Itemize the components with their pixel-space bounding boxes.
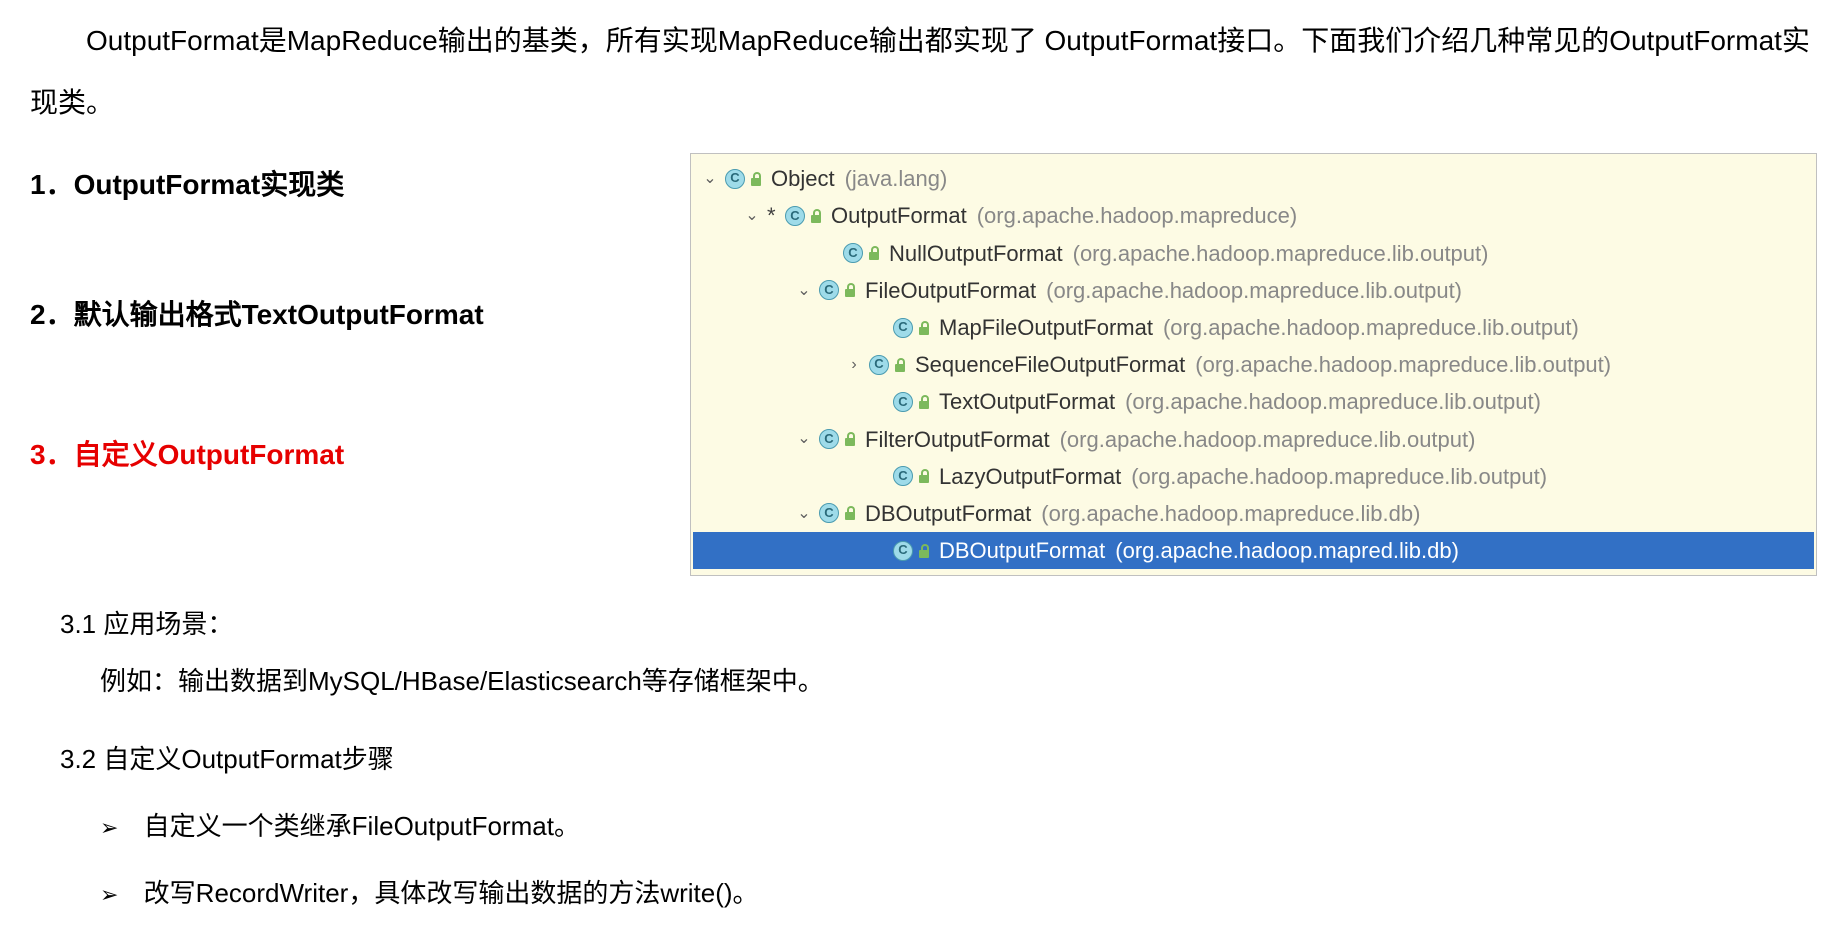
lock-icon xyxy=(843,283,857,297)
tree-node-dboutputformat-mapreduce[interactable]: ⌄ C DBOutputFormat (org.apache.hadoop.ma… xyxy=(693,495,1814,532)
package-label: (org.apache.hadoop.mapreduce) xyxy=(977,198,1297,233)
content-wrapper: 1．OutputFormat实现类 2．默认输出格式TextOutputForm… xyxy=(30,153,1817,576)
subsection-3-1: 3.1 应用场景： xyxy=(60,596,1817,653)
bullet-item-2: ➢ 改写RecordWriter，具体改写输出数据的方法write()。 xyxy=(100,865,1817,922)
bullet-item-1: ➢ 自定义一个类继承FileOutputFormat。 xyxy=(100,798,1817,855)
class-name: TextOutputFormat xyxy=(939,384,1115,419)
left-column: 1．OutputFormat实现类 2．默认输出格式TextOutputForm… xyxy=(30,153,670,503)
lock-icon xyxy=(749,172,763,186)
package-label: (org.apache.hadoop.mapreduce.lib.output) xyxy=(1163,310,1579,345)
class-name: MapFileOutputFormat xyxy=(939,310,1153,345)
class-icon: C xyxy=(893,318,913,338)
tree-node-textoutputformat[interactable]: C TextOutputFormat (org.apache.hadoop.ma… xyxy=(693,383,1814,420)
class-name: FilterOutputFormat xyxy=(865,422,1050,457)
bullet-text: 改写RecordWriter，具体改写输出数据的方法write()。 xyxy=(144,878,759,908)
class-icon: C xyxy=(843,243,863,263)
heading-1: 1．OutputFormat实现类 xyxy=(30,163,670,203)
heading-2: 2．默认输出格式TextOutputFormat xyxy=(30,293,670,333)
tree-node-fileoutputformat[interactable]: ⌄ C FileOutputFormat (org.apache.hadoop.… xyxy=(693,272,1814,309)
lock-icon xyxy=(917,544,931,558)
package-label: (org.apache.hadoop.mapreduce.lib.output) xyxy=(1131,459,1547,494)
tree-node-object[interactable]: ⌄ C Object (java.lang) xyxy=(693,160,1814,197)
tree-node-sequencefileoutputformat[interactable]: › C SequenceFileOutputFormat (org.apache… xyxy=(693,346,1814,383)
package-label: (org.apache.hadoop.mapred.lib.db) xyxy=(1115,533,1459,568)
chevron-down-icon[interactable]: ⌄ xyxy=(741,203,763,229)
star-icon: * xyxy=(767,198,781,233)
chevron-down-icon[interactable]: ⌄ xyxy=(793,278,815,304)
class-icon: C xyxy=(893,466,913,486)
chevron-down-icon[interactable]: ⌄ xyxy=(793,426,815,452)
class-name: Object xyxy=(771,161,835,196)
class-icon: C xyxy=(725,169,745,189)
tree-node-dboutputformat-mapred[interactable]: C DBOutputFormat (org.apache.hadoop.mapr… xyxy=(693,532,1814,569)
intro-paragraph: OutputFormat是MapReduce输出的基类，所有实现MapReduc… xyxy=(30,10,1817,133)
bullet-arrow-icon: ➢ xyxy=(100,815,118,840)
class-icon: C xyxy=(819,280,839,300)
package-label: (org.apache.hadoop.mapreduce.lib.output) xyxy=(1046,273,1462,308)
package-label: (org.apache.hadoop.mapreduce.lib.db) xyxy=(1041,496,1420,531)
subsection-3-2: 3.2 自定义OutputFormat步骤 xyxy=(60,731,1817,788)
package-label: (org.apache.hadoop.mapreduce.lib.output) xyxy=(1060,422,1476,457)
chevron-right-icon[interactable]: › xyxy=(843,352,865,378)
class-name: DBOutputFormat xyxy=(865,496,1031,531)
class-icon: C xyxy=(893,541,913,561)
class-name: FileOutputFormat xyxy=(865,273,1036,308)
tree-node-mapfileoutputformat[interactable]: C MapFileOutputFormat (org.apache.hadoop… xyxy=(693,309,1814,346)
package-label: (org.apache.hadoop.mapreduce.lib.output) xyxy=(1195,347,1611,382)
chevron-down-icon[interactable]: ⌄ xyxy=(793,501,815,527)
package-label: (java.lang) xyxy=(845,161,948,196)
class-icon: C xyxy=(819,429,839,449)
lock-icon xyxy=(809,209,823,223)
tree-node-nulloutputformat[interactable]: C NullOutputFormat (org.apache.hadoop.ma… xyxy=(693,235,1814,272)
class-name: SequenceFileOutputFormat xyxy=(915,347,1185,382)
lock-icon xyxy=(917,469,931,483)
class-hierarchy-tree: ⌄ C Object (java.lang) ⌄ * C OutputForma… xyxy=(690,153,1817,576)
class-icon: C xyxy=(819,503,839,523)
class-icon: C xyxy=(893,392,913,412)
lock-icon xyxy=(843,506,857,520)
lock-icon xyxy=(917,395,931,409)
subsection-3-1-text: 例如：输出数据到MySQL/HBase/Elasticsearch等存储框架中。 xyxy=(100,653,1817,710)
class-name: NullOutputFormat xyxy=(889,236,1063,271)
tree-node-lazyoutputformat[interactable]: C LazyOutputFormat (org.apache.hadoop.ma… xyxy=(693,458,1814,495)
class-name: OutputFormat xyxy=(831,198,967,233)
tree-node-filteroutputformat[interactable]: ⌄ C FilterOutputFormat (org.apache.hadoo… xyxy=(693,421,1814,458)
bullet-text: 自定义一个类继承FileOutputFormat。 xyxy=(144,811,580,841)
class-name: DBOutputFormat xyxy=(939,533,1105,568)
class-name: LazyOutputFormat xyxy=(939,459,1121,494)
lock-icon xyxy=(867,246,881,260)
lock-icon xyxy=(893,358,907,372)
package-label: (org.apache.hadoop.mapreduce.lib.output) xyxy=(1073,236,1489,271)
class-icon: C xyxy=(869,355,889,375)
tree-node-outputformat[interactable]: ⌄ * C OutputFormat (org.apache.hadoop.ma… xyxy=(693,197,1814,234)
lock-icon xyxy=(917,321,931,335)
bullet-arrow-icon: ➢ xyxy=(100,882,118,907)
class-icon: C xyxy=(785,206,805,226)
package-label: (org.apache.hadoop.mapreduce.lib.output) xyxy=(1125,384,1541,419)
chevron-down-icon[interactable]: ⌄ xyxy=(699,166,721,192)
heading-3: 3．自定义OutputFormat xyxy=(30,433,670,473)
lock-icon xyxy=(843,432,857,446)
